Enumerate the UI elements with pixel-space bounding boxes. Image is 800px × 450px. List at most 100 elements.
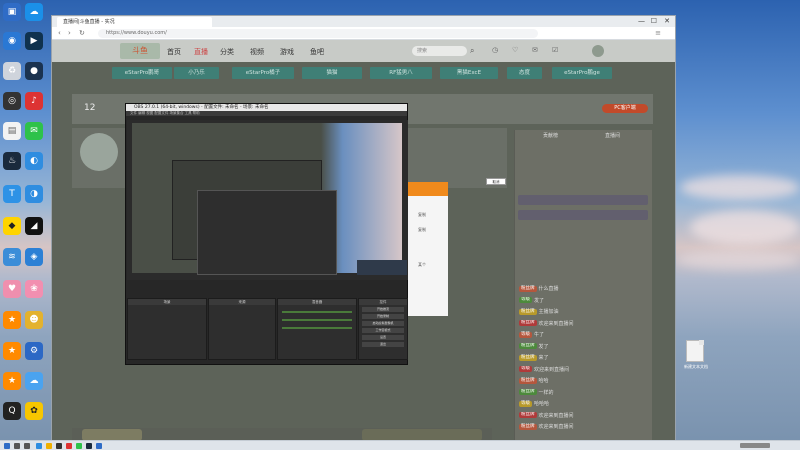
search-icon[interactable]: ⌕	[470, 46, 474, 56]
start-record-button[interactable]: 开始录制	[362, 314, 404, 319]
history-icon[interactable]: ◷	[492, 46, 498, 54]
taskbar-app-icon[interactable]	[66, 443, 72, 449]
maximize-button[interactable]: ☐	[651, 17, 657, 25]
close-button[interactable]: ✕	[664, 17, 670, 25]
taskbar-app-icon[interactable]	[46, 443, 52, 449]
virtual-camera-button[interactable]: 启动虚拟摄像机	[362, 321, 404, 326]
desktop-file-icon[interactable]	[686, 340, 704, 362]
audio-meter	[282, 327, 352, 329]
chat-message: 粉丝牌 来了	[519, 354, 649, 362]
chip[interactable]: 黑猫ExcE	[440, 67, 498, 79]
studio-mode-button[interactable]: 工作室模式	[362, 328, 404, 333]
app-icon[interactable]: ◢	[25, 217, 43, 235]
nav-live[interactable]: 直播	[194, 47, 208, 57]
app-icon[interactable]: ⚙	[25, 342, 43, 360]
app-icon[interactable]: ✿	[25, 402, 43, 420]
follow-icon[interactable]: ♡	[512, 46, 518, 54]
computer-icon[interactable]: ▣	[3, 3, 21, 21]
cloud	[680, 175, 800, 200]
network-icon[interactable]: ◉	[3, 32, 21, 50]
url-input[interactable]: https://www.douyu.com/	[98, 29, 538, 38]
app-icon[interactable]: ◆	[3, 217, 21, 235]
obs-title: OBS 27.0.1 (64-bit, windows) - 配置文件: 未命名…	[126, 104, 407, 111]
qq-icon[interactable]: Q	[3, 402, 21, 420]
chat-badge: 等级	[519, 366, 532, 372]
chat-badge: 等级	[519, 297, 532, 303]
exit-button[interactable]: 退出	[362, 342, 404, 347]
app-icon[interactable]: ★	[3, 372, 21, 390]
dock-mixer-title: 混音器	[278, 299, 356, 305]
start-stream-button[interactable]: 开始推流	[362, 307, 404, 312]
chat-message: 等级 牛了	[519, 331, 649, 339]
chip[interactable]: 态度	[507, 67, 542, 79]
obs-menu[interactable]: 文件 编辑 视图 配置文件 场景集合 工具 帮助	[126, 111, 407, 116]
steam-icon[interactable]: ♨	[3, 152, 21, 170]
browser-tab[interactable]: 直播间|斗鱼直播 - 实况	[57, 17, 212, 27]
nav-video[interactable]: 视频	[250, 47, 264, 57]
dock-mixer: 混音器	[277, 298, 357, 360]
file-icon[interactable]: ▤	[3, 122, 21, 140]
site-logo[interactable]: 斗鱼	[120, 43, 160, 59]
app-icon[interactable]: ★	[3, 342, 21, 360]
app-icon[interactable]: ☁	[25, 372, 43, 390]
streamer-avatar[interactable]	[80, 133, 118, 171]
menu-icon[interactable]: ≡	[655, 29, 661, 37]
search-icon[interactable]	[14, 443, 20, 449]
chip[interactable]: RF猛男八	[370, 67, 432, 79]
task-icon[interactable]: ☑	[552, 46, 558, 54]
search-input[interactable]: 搜索	[412, 46, 467, 56]
taskbar-app-icon[interactable]	[36, 443, 42, 449]
chip[interactable]: eStarPro鹏ge	[552, 67, 612, 79]
avatar[interactable]	[592, 45, 604, 57]
tab-bar: 直播间|斗鱼直播 - 实况 — ☐ ✕	[52, 16, 675, 27]
clock[interactable]	[740, 443, 770, 448]
taskbar-app-icon[interactable]	[76, 443, 82, 449]
start-icon[interactable]	[4, 443, 10, 449]
nav-game[interactable]: 游戏	[280, 47, 294, 57]
app-icon[interactable]: ★	[3, 311, 21, 329]
tab-rank[interactable]: 贡献榜	[543, 132, 558, 139]
chip[interactable]: 猫猫	[302, 67, 362, 79]
taskbar-app-icon[interactable]	[86, 443, 92, 449]
wechat-icon[interactable]: ✉	[25, 122, 43, 140]
chat-badge: 粉丝牌	[519, 354, 537, 361]
taskbar-app-icon[interactable]	[96, 443, 102, 449]
tab-danmu[interactable]: 直播间	[605, 132, 620, 139]
chat-message: 粉丝牌 发了	[519, 343, 649, 351]
recycle-bin-icon[interactable]: ♻	[3, 62, 21, 80]
back-icon[interactable]: ‹	[58, 29, 61, 37]
nav-category[interactable]: 分类	[220, 47, 234, 57]
app-icon[interactable]: ❀	[25, 280, 43, 298]
tencent-icon[interactable]: T	[3, 185, 21, 203]
app-icon[interactable]: ≋	[3, 248, 21, 266]
chat-text: 欢迎来到直播间	[538, 424, 574, 430]
obs-icon[interactable]: ◎	[3, 92, 21, 110]
chip[interactable]: eStarPro橘子	[232, 67, 294, 79]
chip[interactable]: 小乃乐	[174, 67, 219, 79]
chat-text: 什么直播	[538, 286, 559, 292]
browser-icon[interactable]: ◐	[25, 152, 43, 170]
tooltip: 取消	[486, 178, 506, 185]
cloud-app-icon[interactable]: ☁	[25, 3, 43, 21]
message-icon[interactable]: ✉	[532, 46, 538, 54]
app-icon[interactable]: ●	[25, 62, 43, 80]
music-icon[interactable]: ♪	[25, 92, 43, 110]
chip[interactable]: eStarPro鹏哥	[112, 67, 172, 79]
nav-home[interactable]: 首页	[167, 47, 181, 57]
edge-icon[interactable]: ◑	[25, 185, 43, 203]
app-icon[interactable]: ♥	[3, 280, 21, 298]
nav-fishbar[interactable]: 鱼吧	[310, 47, 324, 57]
forward-icon[interactable]: ›	[68, 29, 71, 37]
task-view-icon[interactable]	[24, 443, 30, 449]
chat-text: 欢迎来到直播间	[538, 412, 574, 419]
chat-message: 等级 发了	[519, 297, 649, 305]
app-icon[interactable]: ☻	[25, 311, 43, 329]
taskbar-app-icon[interactable]	[56, 443, 62, 449]
media-icon[interactable]: ▶	[25, 32, 43, 50]
app-icon[interactable]: ◈	[25, 248, 43, 266]
pc-client-button[interactable]: PC客户端	[602, 104, 648, 113]
minimize-button[interactable]: —	[638, 17, 645, 25]
refresh-icon[interactable]: ↻	[79, 29, 85, 37]
dock-scenes: 场景	[127, 298, 207, 360]
settings-button[interactable]: 设置	[362, 335, 404, 340]
